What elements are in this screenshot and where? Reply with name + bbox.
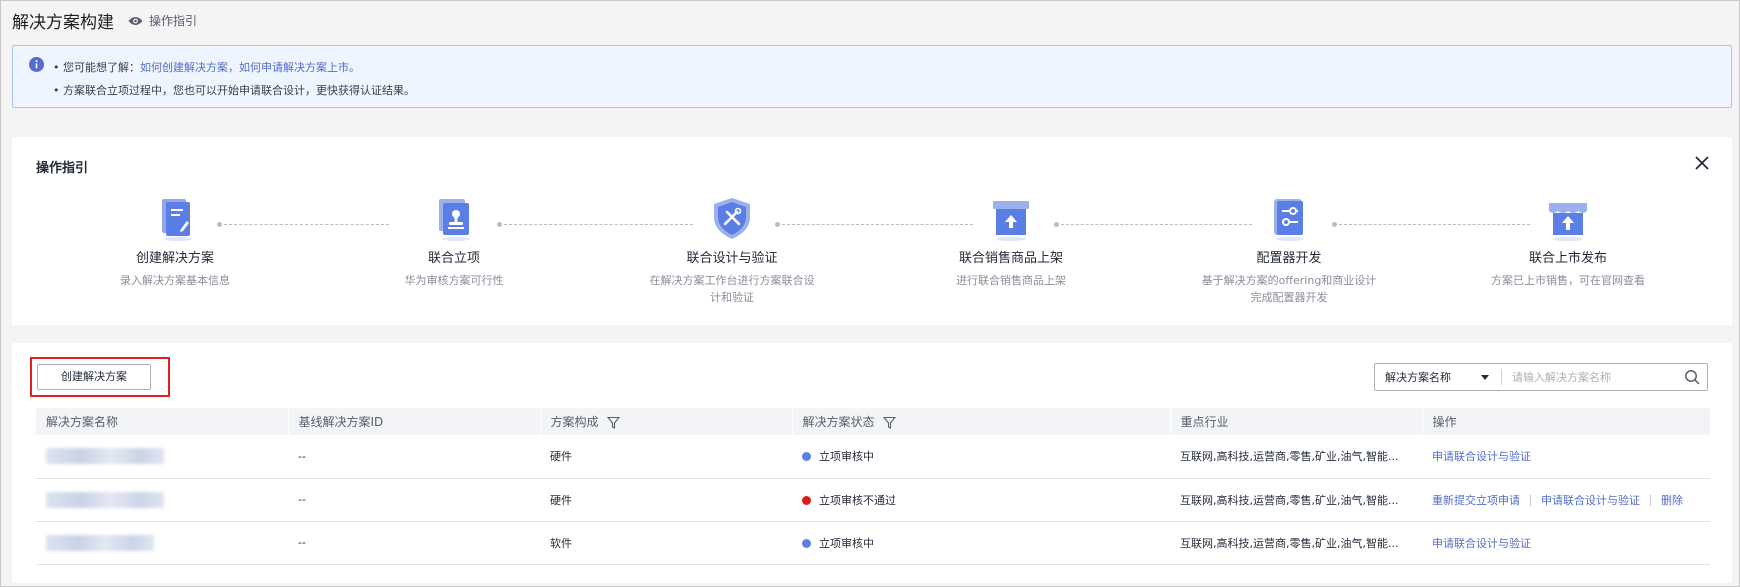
- search-field-select[interactable]: 解决方案名称: [1375, 364, 1501, 390]
- search-icon[interactable]: [1677, 369, 1707, 385]
- solution-table: 解决方案名称 基线解决方案ID 方案构成 解决方案状态 重点行业 操作 -- 硬…: [36, 408, 1711, 565]
- solution-name-cell[interactable]: [36, 435, 288, 479]
- status-cell: 立项审核中: [792, 521, 1170, 565]
- step-desc: 进行联合销售商品上架: [956, 274, 1066, 287]
- approval-stamp-icon: [439, 199, 470, 241]
- search-box: 解决方案名称: [1374, 363, 1708, 391]
- column-header-status: 解决方案状态: [792, 408, 1171, 435]
- apply-joint-design-link[interactable]: 申请联合设计与验证: [1432, 450, 1531, 463]
- composition-cell: 硬件: [540, 478, 792, 522]
- how-to-create-link[interactable]: 如何创建解决方案: [140, 61, 228, 74]
- step-title: 配置器开发: [1256, 251, 1322, 266]
- chevron-down-icon: [1481, 375, 1489, 380]
- filter-icon[interactable]: [882, 416, 896, 429]
- redacted-name: [46, 534, 154, 551]
- info-suffix: 。: [348, 61, 360, 74]
- search-input[interactable]: [1502, 370, 1677, 384]
- actions-cell: 申请联合设计与验证: [1422, 435, 1710, 479]
- info-icon: [29, 57, 44, 72]
- apply-joint-design-link[interactable]: 申请联合设计与验证: [1541, 494, 1640, 507]
- eye-icon: [128, 16, 143, 25]
- step-title: 联合立项: [427, 251, 480, 266]
- how-to-launch-link[interactable]: 如何申请解决方案上市: [239, 61, 349, 74]
- page-title: 解决方案构建: [12, 13, 114, 33]
- status-text: 立项审核中: [819, 450, 874, 464]
- status-dot: [802, 495, 811, 505]
- industry-cell: 互联网,高科技,运营商,零售,矿业,油气,智能...: [1170, 478, 1422, 522]
- step-desc: 在解决方案工作台进行方案联合设计和验证: [649, 274, 815, 304]
- step-title: 创建解决方案: [135, 251, 214, 266]
- apply-joint-design-link[interactable]: 申请联合设计与验证: [1432, 537, 1531, 550]
- guide-step-launch: 联合上市发布 方案已上市销售，可在官网查看: [1468, 195, 1668, 289]
- solution-name-cell[interactable]: [36, 478, 288, 522]
- solution-list-panel: 创建解决方案 解决方案名称 解决方案名称 基线解决方案ID 方案构成 解决方案状…: [12, 343, 1732, 583]
- operation-guide-link[interactable]: 操作指引: [128, 12, 197, 29]
- table-row: -- 硬件 立项审核中 互联网,高科技,运营商,零售,矿业,油气,智能... 申…: [36, 435, 1710, 479]
- guide-step-design: 联合设计与验证 在解决方案工作台进行方案联合设计和验证: [632, 195, 832, 306]
- solution-name-cell[interactable]: [36, 521, 288, 565]
- info-prefix: • 您可能想了解：: [53, 61, 140, 74]
- info-line-1: • 您可能想了解：如何创建解决方案，如何申请解决方案上市。: [53, 59, 360, 75]
- step-title: 联合设计与验证: [686, 251, 778, 266]
- search-field-value: 解决方案名称: [1385, 371, 1451, 384]
- delete-link[interactable]: 删除: [1661, 494, 1683, 507]
- table-row: -- 硬件 立项审核不通过 互联网,高科技,运营商,零售,矿业,油气,智能...…: [36, 478, 1710, 522]
- operation-guide-label: 操作指引: [149, 14, 198, 28]
- info-line-2: • 方案联合立项过程中，您也可以开始申请联合设计，更快获得认证结果。: [53, 84, 415, 97]
- composition-cell: 硬件: [540, 435, 792, 479]
- divider: [1650, 495, 1651, 506]
- info-separator: ，: [227, 61, 239, 74]
- divider: [1530, 495, 1531, 506]
- guide-step-create: 创建解决方案 录入解决方案基本信息: [75, 195, 275, 289]
- status-text: 立项审核中: [819, 536, 874, 550]
- baseline-id-cell: --: [288, 521, 540, 565]
- close-icon[interactable]: [1694, 155, 1710, 171]
- column-label: 方案构成: [550, 415, 599, 429]
- info-banner: • 您可能想了解：如何创建解决方案，如何申请解决方案上市。 • 方案联合立项过程…: [12, 45, 1732, 108]
- guide-step-listing: 联合销售商品上架 进行联合销售商品上架: [911, 195, 1111, 289]
- step-title: 联合销售商品上架: [958, 251, 1063, 266]
- baseline-id-cell: --: [288, 478, 540, 522]
- status-dot: [802, 538, 811, 548]
- column-header-industry: 重点行业: [1170, 408, 1423, 435]
- status-cell: 立项审核中: [792, 435, 1170, 479]
- document-edit-icon: [162, 199, 192, 241]
- store-upload-icon: [1549, 203, 1587, 241]
- actions-cell: 重新提交立项申请 申请联合设计与验证 删除: [1422, 478, 1710, 522]
- guide-title: 操作指引: [36, 161, 89, 176]
- guide-step-approval: 联合立项 华为审核方案可行性: [354, 195, 554, 289]
- step-desc: 方案已上市销售，可在官网查看: [1491, 274, 1645, 287]
- shield-tools-icon: [714, 198, 750, 239]
- status-cell: 立项审核不通过: [792, 478, 1170, 522]
- column-header-actions: 操作: [1422, 408, 1711, 435]
- box-upload-icon: [993, 201, 1029, 241]
- column-header-baseline-id: 基线解决方案ID: [288, 408, 541, 435]
- step-title: 联合上市发布: [1528, 251, 1607, 266]
- actions-cell: 申请联合设计与验证: [1422, 521, 1710, 565]
- column-header-name: 解决方案名称: [36, 408, 289, 435]
- industry-cell: 互联网,高科技,运营商,零售,矿业,油气,智能...: [1170, 521, 1422, 565]
- column-header-composition: 方案构成: [540, 408, 793, 435]
- create-solution-button[interactable]: 创建解决方案: [37, 364, 151, 390]
- table-row: -- 软件 立项审核中 互联网,高科技,运营商,零售,矿业,油气,智能... 申…: [36, 521, 1710, 565]
- composition-cell: 软件: [540, 521, 792, 565]
- redacted-name: [46, 448, 164, 465]
- status-dot: [802, 452, 811, 462]
- column-label: 解决方案状态: [802, 415, 875, 429]
- industry-cell: 互联网,高科技,运营商,零售,矿业,油气,智能...: [1170, 435, 1422, 479]
- status-text: 立项审核不通过: [819, 493, 896, 507]
- step-desc: 基于解决方案的offering和商业设计完成配置器开发: [1201, 274, 1377, 304]
- filter-icon[interactable]: [606, 416, 620, 429]
- redacted-name: [46, 491, 164, 508]
- baseline-id-cell: --: [288, 435, 540, 479]
- guide-step-configurator: 配置器开发 基于解决方案的offering和商业设计完成配置器开发: [1189, 195, 1389, 306]
- operation-guide-panel: 操作指引 创建解决方案 录入解决方案基本信息 联合立项 华为审核方案可行性 联合…: [12, 137, 1732, 325]
- step-desc: 华为审核方案可行性: [404, 274, 504, 287]
- create-button-highlight: 创建解决方案: [30, 357, 170, 397]
- configurator-icon: [1274, 199, 1304, 241]
- table-header: 解决方案名称 基线解决方案ID 方案构成 解决方案状态 重点行业 操作: [36, 408, 1711, 435]
- resubmit-approval-link[interactable]: 重新提交立项申请: [1432, 494, 1520, 507]
- step-desc: 录入解决方案基本信息: [120, 274, 230, 287]
